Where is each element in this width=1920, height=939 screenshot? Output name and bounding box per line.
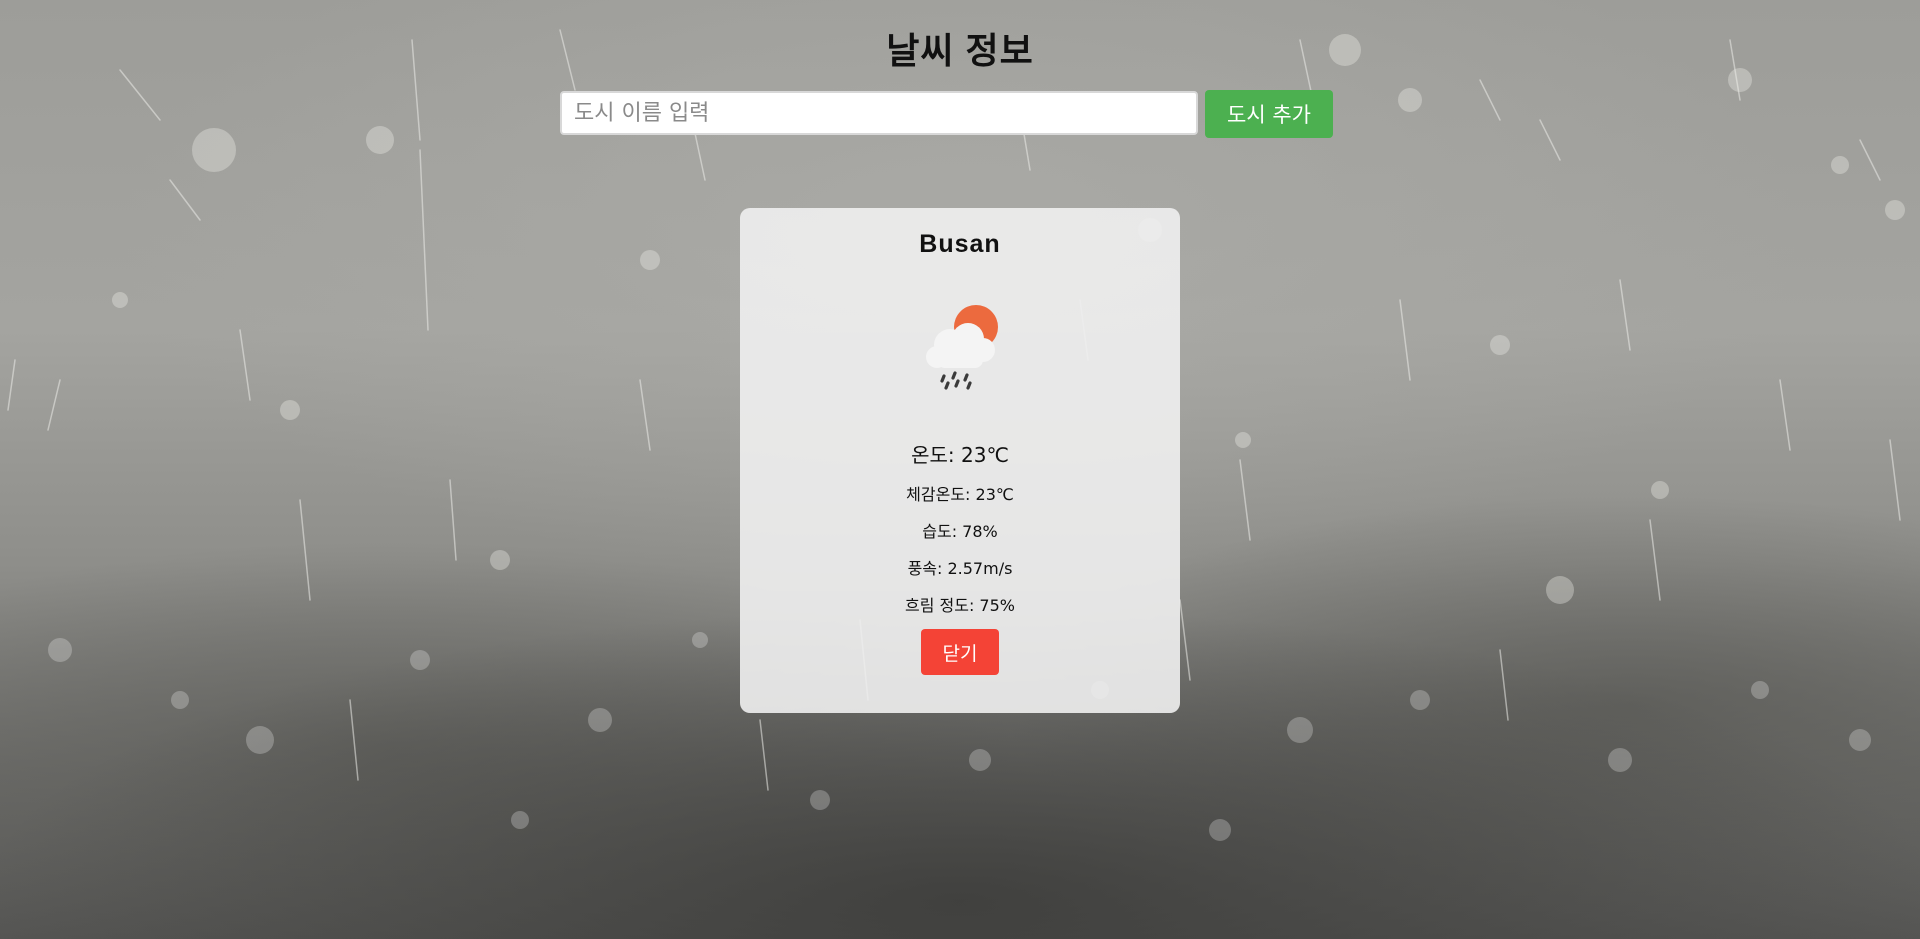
cloudiness-text: 흐림 정도: 75% xyxy=(904,596,1015,615)
temperature-text: 온도: 23℃ xyxy=(911,443,1009,467)
rain-cloud-sun-icon xyxy=(926,305,998,390)
weather-card: Busan 온도: 23℃ 체감온도: 23℃ 습도: 78% 풍속: 2.57… xyxy=(740,208,1180,713)
search-bar: 도시 추가 xyxy=(560,90,1333,138)
add-city-button[interactable]: 도시 추가 xyxy=(1205,90,1333,138)
city-name: Busan xyxy=(919,230,1001,258)
page-title: 날씨 정보 xyxy=(886,30,1034,71)
humidity-text: 습도: 78% xyxy=(922,522,998,541)
city-name-input[interactable] xyxy=(560,91,1198,135)
close-button[interactable]: 닫기 xyxy=(920,629,1000,675)
feels-like-text: 체감온도: 23℃ xyxy=(906,485,1014,504)
wind-speed-text: 풍속: 2.57m/s xyxy=(907,559,1013,578)
